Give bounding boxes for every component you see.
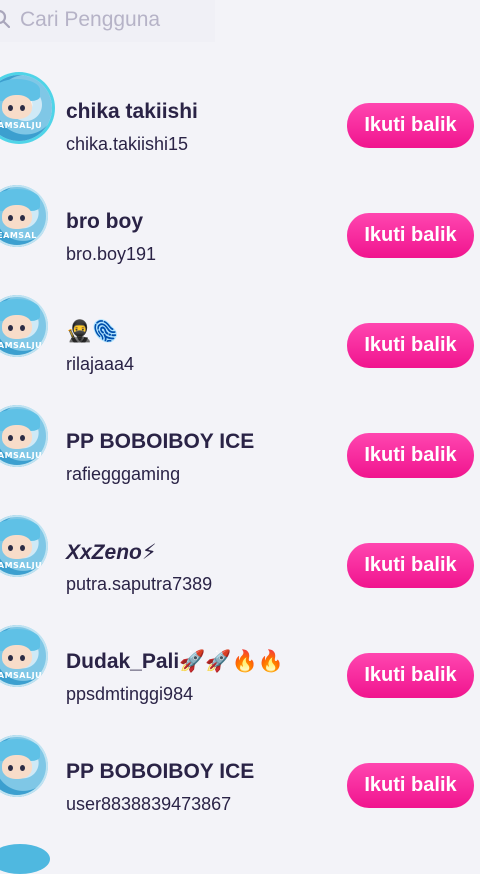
username: user8838839473867	[66, 794, 232, 814]
follow-back-button[interactable]: Ikuti balik	[347, 433, 474, 478]
avatar-eye	[8, 545, 13, 551]
list-item[interactable]: EAMSALJU PP BOBOIBOY ICE rafiegggaming I…	[0, 400, 480, 510]
avatar-face	[2, 315, 32, 339]
display-name: 🥷🫆	[66, 320, 119, 343]
search-bar	[0, 0, 480, 42]
avatar-eye	[8, 765, 13, 771]
follow-back-button[interactable]: Ikuti balik	[347, 763, 474, 808]
next-avatar-peek	[0, 844, 50, 874]
avatar[interactable]: EAMSAL	[0, 185, 48, 247]
username: rilajaaa4	[66, 354, 135, 374]
follow-back-button[interactable]: Ikuti balik	[347, 103, 474, 148]
avatar-text: EAMSALJU	[0, 561, 43, 570]
avatar[interactable]: EAMSALJU	[0, 515, 48, 577]
display-name: PP BOBOIBOY ICE	[66, 760, 255, 783]
follow-back-button[interactable]: Ikuti balik	[347, 323, 474, 368]
avatar[interactable]: EAMSALJU	[0, 75, 52, 141]
username: bro.boy191	[66, 244, 157, 264]
avatar-text: EAMSALJU	[0, 121, 43, 130]
avatar-eye	[20, 545, 25, 551]
avatar-eye	[8, 435, 13, 441]
follow-back-button[interactable]: Ikuti balik	[347, 543, 474, 588]
search-icon	[0, 10, 10, 28]
avatar-text: EAMSALJU	[0, 671, 43, 680]
search-field[interactable]	[0, 0, 215, 42]
avatar[interactable]: EAMSALJU	[0, 625, 48, 687]
avatar-face	[2, 535, 32, 559]
avatar-face	[2, 425, 32, 449]
avatar-face	[2, 205, 32, 229]
avatar-text: EAMSALJU	[0, 341, 43, 350]
username: ppsdmtinggi984	[66, 684, 194, 704]
user-list: EAMSALJU chika takiishi chika.takiishi15…	[0, 70, 480, 840]
avatar-text: EAMSAL	[0, 231, 37, 240]
display-name: XxZeno⚡	[66, 541, 157, 564]
list-item[interactable]: EAMSAL bro boy bro.boy191 Ikuti balik	[0, 180, 480, 290]
avatar[interactable]: EAMSALJU	[0, 295, 48, 357]
avatar-face	[2, 755, 32, 779]
avatar-eye	[20, 215, 25, 221]
username: chika.takiishi15	[66, 134, 189, 154]
avatar-eye	[8, 325, 13, 331]
follow-back-button[interactable]: Ikuti balik	[347, 213, 474, 258]
list-item[interactable]: EAMSALJU Dudak_Pali🚀🚀🔥🔥 ppsdmtinggi984 I…	[0, 620, 480, 730]
display-name: chika takiishi	[66, 100, 198, 123]
avatar-eye	[8, 105, 13, 111]
username: rafiegggaming	[66, 464, 181, 484]
search-input[interactable]	[20, 6, 210, 34]
avatar-face	[2, 645, 32, 669]
avatar[interactable]: EAMSALJU	[0, 405, 48, 467]
follow-back-button[interactable]: Ikuti balik	[347, 653, 474, 698]
avatar-eye	[20, 765, 25, 771]
avatar-eye	[20, 325, 25, 331]
avatar-eye	[8, 215, 13, 221]
avatar-eye	[20, 105, 25, 111]
avatar-face	[2, 95, 32, 119]
avatar-text: EAMSALJU	[0, 451, 43, 460]
display-name: bro boy	[66, 210, 143, 233]
list-item[interactable]: EAMSALJU XxZeno⚡ putra.saputra7389 Ikuti…	[0, 510, 480, 620]
avatar-eye	[20, 655, 25, 661]
list-item[interactable]: EAMSALJU 🥷🫆 rilajaaa4 Ikuti balik	[0, 290, 480, 400]
list-item[interactable]: PP BOBOIBOY ICE user8838839473867 Ikuti …	[0, 730, 480, 840]
display-name: PP BOBOIBOY ICE	[66, 430, 255, 453]
avatar[interactable]	[0, 735, 48, 797]
list-item[interactable]: EAMSALJU chika takiishi chika.takiishi15…	[0, 70, 480, 180]
avatar-eye	[20, 435, 25, 441]
display-name: Dudak_Pali🚀🚀🔥🔥	[66, 650, 284, 673]
username: putra.saputra7389	[66, 574, 213, 594]
avatar-eye	[8, 655, 13, 661]
